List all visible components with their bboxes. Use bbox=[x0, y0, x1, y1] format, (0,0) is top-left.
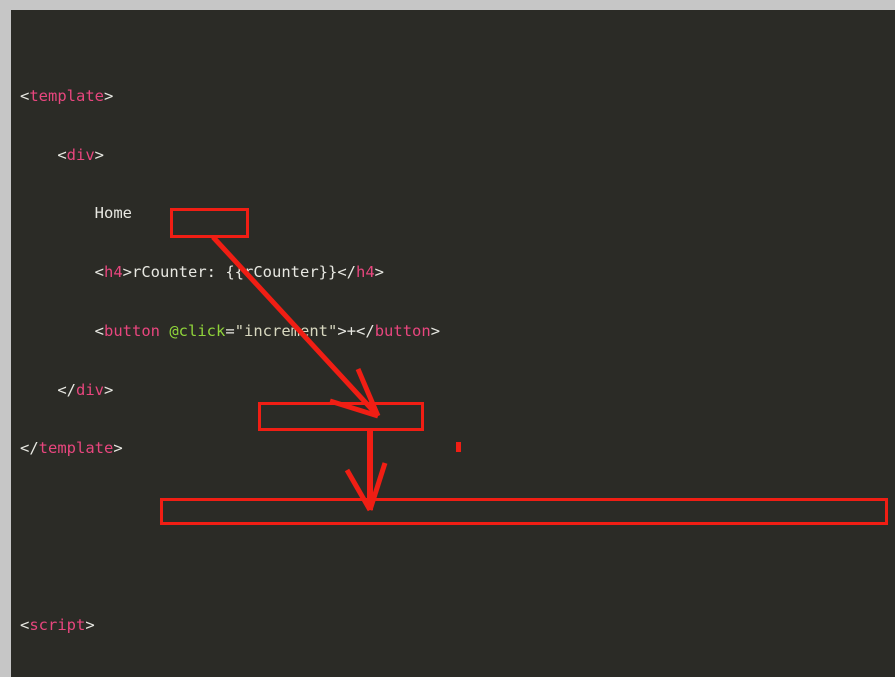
code-line: <h4>rCounter: {{rCounter}}</h4> bbox=[94, 263, 385, 282]
red-dot-mark bbox=[456, 442, 461, 452]
code-line: <template> bbox=[20, 86, 114, 105]
code-line: </div> bbox=[57, 380, 114, 399]
code-line: <button @click="increment">+</button> bbox=[94, 321, 441, 340]
code-line: <div> bbox=[57, 145, 105, 164]
code-line: <script> bbox=[20, 615, 95, 634]
code-content[interactable]: <template> <div> Home <h4>rCounter: {{rC… bbox=[20, 28, 895, 677]
code-editor-pane[interactable]: <template> <div> Home <h4>rCounter: {{rC… bbox=[11, 10, 895, 677]
screenshot-root: <template> <div> Home <h4>rCounter: {{rC… bbox=[0, 0, 895, 677]
code-line: Home bbox=[94, 204, 132, 223]
